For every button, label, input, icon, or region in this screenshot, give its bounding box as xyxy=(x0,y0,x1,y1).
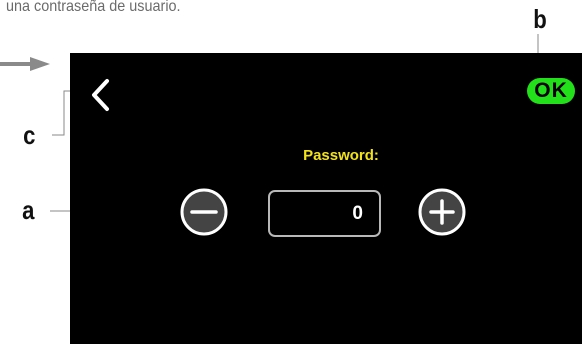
plus-icon xyxy=(418,188,466,236)
arrow-head-icon xyxy=(30,57,50,71)
device-screen: OK Password: 0 xyxy=(70,53,582,344)
decrement-button[interactable] xyxy=(179,187,229,237)
increment-button[interactable] xyxy=(417,187,467,237)
callout-b: b xyxy=(533,4,547,34)
chevron-left-icon xyxy=(92,79,109,111)
minus-icon xyxy=(180,188,228,236)
password-value-field[interactable]: 0 xyxy=(268,190,381,237)
ok-button[interactable]: OK xyxy=(527,78,575,104)
caption-text: una contraseña de usuario. xyxy=(6,0,181,15)
callout-a: a xyxy=(22,195,35,225)
back-button[interactable] xyxy=(88,77,118,113)
password-label: Password: xyxy=(303,147,379,164)
callout-c: c xyxy=(23,120,36,150)
